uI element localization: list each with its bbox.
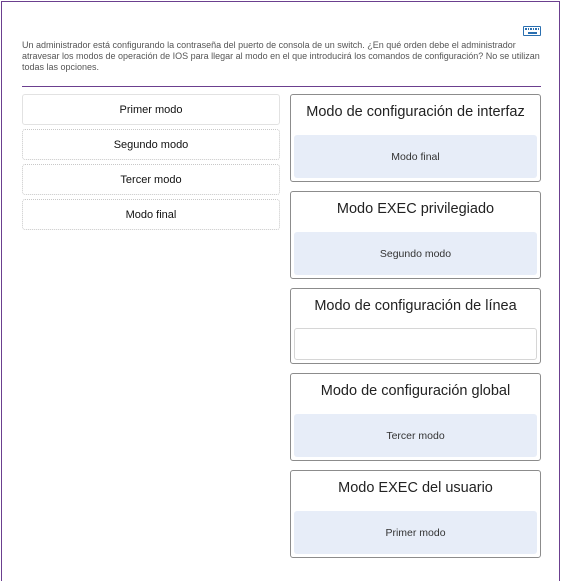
target-user-exec: Modo EXEC del usuario Primer modo [290,470,541,558]
drop-zone-line-config[interactable] [294,328,537,360]
keyboard-icon[interactable] [523,26,541,36]
target-line-config: Modo de configuración de línea [290,288,541,364]
drop-zone-global-config[interactable]: Tercer modo [294,414,537,457]
target-privileged-exec: Modo EXEC privilegiado Segundo modo [290,191,541,279]
target-title: Modo EXEC del usuario [338,480,493,496]
drop-zone-interface-config[interactable]: Modo final [294,135,537,178]
target-title: Modo de configuración de interfaz [306,104,525,120]
drop-zone-privileged-exec[interactable]: Segundo modo [294,232,537,275]
target-title: Modo EXEC privilegiado [336,201,495,217]
drop-zone-user-exec[interactable]: Primer modo [294,511,537,554]
question-text: Un administrador está configurando la co… [22,40,540,72]
target-interface-config: Modo de configuración de interfaz Modo f… [290,94,541,182]
target-global-config: Modo de configuración global Tercer modo [290,373,541,461]
option-segundo-modo[interactable]: Segundo modo [22,129,280,160]
option-tercer-modo[interactable]: Tercer modo [22,164,280,195]
option-primer-modo[interactable]: Primer modo [22,94,280,125]
divider [22,86,541,87]
option-modo-final[interactable]: Modo final [22,199,280,230]
target-title: Modo de configuración de línea [314,298,517,314]
target-title: Modo de configuración global [320,383,511,399]
